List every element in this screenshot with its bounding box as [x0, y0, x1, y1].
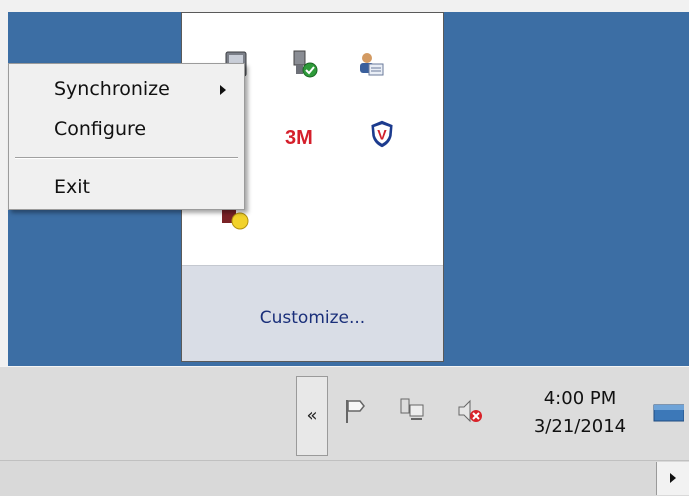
tray-context-menu: Synchronize Configure Exit — [8, 63, 245, 210]
menu-item-exit[interactable]: Exit — [9, 174, 244, 202]
window-edge — [0, 0, 8, 366]
3m-logo-icon[interactable]: 3M — [285, 127, 325, 157]
mcafee-shield-icon[interactable]: V — [367, 119, 397, 149]
menu-item-label: Synchronize — [54, 78, 170, 100]
show-hidden-icons-button[interactable]: « — [296, 376, 328, 456]
submenu-arrow-icon — [220, 85, 226, 95]
horizontal-scrollbar[interactable] — [0, 460, 689, 496]
customize-link[interactable]: Customize... — [182, 308, 443, 328]
user-account-icon[interactable] — [355, 49, 385, 79]
clock-time: 4:00 PM — [543, 388, 617, 409]
scroll-right-button[interactable] — [656, 462, 689, 495]
system-clock[interactable]: 4:00 PM 3/21/2014 — [516, 385, 644, 441]
menu-item-configure[interactable]: Configure — [9, 116, 244, 144]
taskbar: « 4:00 PM 3/21/2014 — [0, 366, 689, 461]
menu-item-synchronize[interactable]: Synchronize — [9, 76, 244, 104]
show-desktop-icon[interactable] — [650, 403, 684, 423]
menu-item-label: Configure — [54, 118, 147, 140]
flyout-footer: Customize... — [182, 265, 443, 361]
clock-date: 3/21/2014 — [533, 416, 627, 437]
menu-item-label: Exit — [54, 176, 90, 198]
mcafee-shield-letter: V — [377, 126, 387, 142]
safely-remove-hardware-icon[interactable] — [289, 49, 319, 79]
volume-muted-icon[interactable] — [456, 397, 484, 425]
menu-separator — [15, 157, 238, 159]
action-center-flag-icon[interactable] — [342, 397, 370, 425]
network-icon[interactable] — [398, 397, 426, 425]
